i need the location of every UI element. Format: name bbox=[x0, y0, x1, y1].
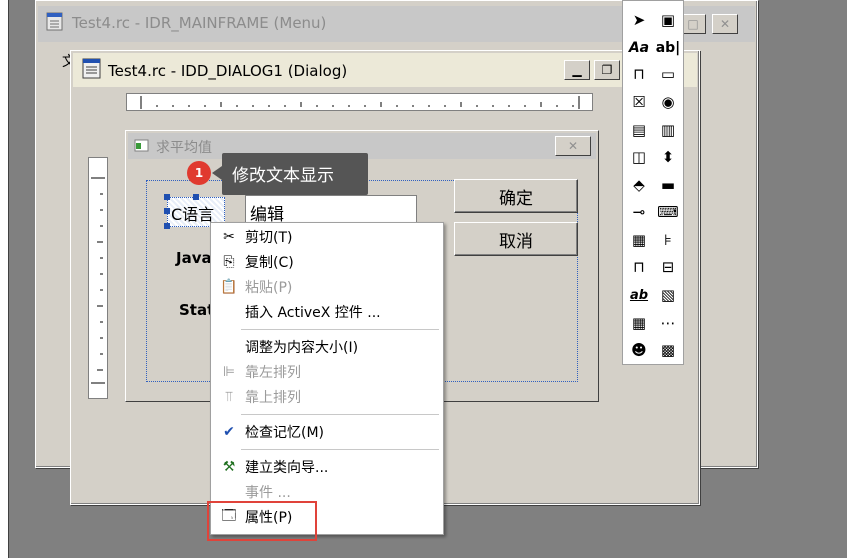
hscroll-tool[interactable]: ◫ bbox=[626, 144, 652, 170]
progress-tool[interactable]: ▬ bbox=[655, 172, 681, 198]
designed-dialog-close-button[interactable]: ✕ bbox=[555, 136, 591, 156]
radio-tool[interactable]: ◉ bbox=[655, 89, 681, 115]
resize-handle[interactable] bbox=[164, 208, 170, 214]
menu-window-title: Test4.rc - IDR_MAINFRAME (Menu) bbox=[72, 14, 327, 32]
properties-highlight-box bbox=[207, 501, 317, 541]
menu-item-paste[interactable]: 📋 粘贴(P) bbox=[211, 275, 443, 299]
tooltip-arrow bbox=[212, 166, 222, 180]
resize-handle[interactable] bbox=[193, 194, 199, 200]
minimize-button[interactable]: ▁ bbox=[564, 60, 590, 80]
annotation-tooltip: 修改文本显示 bbox=[222, 153, 368, 195]
close-icon: ✕ bbox=[567, 139, 579, 153]
horizontal-ruler bbox=[126, 93, 593, 111]
pointer-tool[interactable]: ➤ bbox=[626, 7, 652, 33]
date-time-tool[interactable]: ▧ bbox=[655, 282, 681, 308]
menu-item-check-mnemonics[interactable]: ✔ 检查记忆(M) bbox=[211, 420, 443, 444]
slider-tool[interactable]: ⊸ bbox=[626, 199, 652, 225]
spin-tool[interactable]: ⬘ bbox=[626, 172, 652, 198]
resize-handle[interactable] bbox=[164, 194, 170, 200]
menu-item-cut[interactable]: ✂ 剪切(T) bbox=[211, 225, 443, 249]
hotkey-tool[interactable]: ⌨ bbox=[655, 199, 681, 225]
close-button[interactable]: ✕ bbox=[712, 14, 738, 34]
menu-item-class-wizard[interactable]: ⚒ 建立类向导... bbox=[211, 455, 443, 479]
restore-button[interactable]: ❐ bbox=[594, 60, 620, 80]
ip-address-tool[interactable]: ⋯ bbox=[655, 310, 681, 336]
document-icon bbox=[82, 58, 102, 80]
extended-combo-tool[interactable]: ▩ bbox=[655, 337, 681, 363]
static-c-language[interactable]: C语言 bbox=[171, 201, 214, 225]
document-icon bbox=[46, 12, 64, 32]
menu-item-label: 靠左排列 bbox=[245, 365, 301, 381]
tab-control-tool[interactable]: ⊓ bbox=[626, 254, 652, 280]
align-top-icon: ⫪ bbox=[225, 389, 233, 405]
restore-icon: ❐ bbox=[601, 63, 613, 77]
checkmark-icon: ✔ bbox=[223, 424, 235, 440]
menu-item-label: 调整为内容大小(I) bbox=[245, 340, 359, 356]
controls-toolbox: ➤ ▣ Aa ab| ⊓ ▭ ☒ ◉ ▤ ▥ ◫ ⬍ ⬘ ▬ ⊸ ⌨ ▦ ⊧ ⊓… bbox=[622, 0, 684, 365]
menu-item-label: 剪切(T) bbox=[245, 230, 293, 246]
menu-item-label: 复制(C) bbox=[245, 255, 294, 271]
picture-tool[interactable]: ▣ bbox=[655, 7, 681, 33]
minimize-icon: ▁ bbox=[572, 63, 582, 77]
menu-separator bbox=[241, 449, 439, 450]
menu-item-copy[interactable]: ⎘ 复制(C) bbox=[211, 250, 443, 274]
designed-dialog-title: 求平均值 bbox=[156, 140, 212, 156]
ok-button[interactable]: 确定 bbox=[454, 179, 578, 213]
tree-control-tool[interactable]: ⊧ bbox=[655, 227, 681, 253]
resize-handle[interactable] bbox=[164, 223, 170, 229]
vscroll-tool[interactable]: ⬍ bbox=[655, 144, 681, 170]
static-java[interactable]: Java bbox=[176, 249, 212, 267]
dialog-window-title: Test4.rc - IDD_DIALOG1 (Dialog) bbox=[108, 62, 348, 80]
menu-item-label: 检查记忆(M) bbox=[245, 425, 325, 441]
custom-control-tool[interactable]: ☻ bbox=[626, 337, 652, 363]
menu-item-label: 靠上排列 bbox=[245, 390, 301, 406]
menu-item-align-left[interactable]: ⊫ 靠左排列 bbox=[211, 360, 443, 384]
menu-item-label: 事件 ... bbox=[245, 485, 291, 501]
maximize-icon: □ bbox=[687, 17, 699, 31]
menu-item-insert-activex[interactable]: 插入 ActiveX 控件 ... bbox=[211, 300, 443, 324]
animate-tool[interactable]: ⊟ bbox=[655, 254, 681, 280]
rich-edit-tool[interactable]: ab bbox=[626, 282, 652, 308]
month-calendar-tool[interactable]: ▦ bbox=[626, 310, 652, 336]
menu-item-align-top[interactable]: ⫪ 靠上排列 bbox=[211, 385, 443, 409]
menu-separator bbox=[241, 414, 439, 415]
dialog-icon bbox=[134, 139, 150, 153]
checkbox-tool[interactable]: ☒ bbox=[626, 89, 652, 115]
step-badge: 1 bbox=[187, 161, 211, 185]
context-menu: ✂ 剪切(T) ⎘ 复制(C) 📋 粘贴(P) 插入 ActiveX 控件 ..… bbox=[210, 222, 444, 535]
vertical-ruler bbox=[88, 157, 108, 399]
menu-item-label: 建立类向导... bbox=[245, 460, 329, 476]
paste-icon: 📋 bbox=[220, 279, 238, 295]
static-text-tool[interactable]: Aa bbox=[626, 35, 652, 61]
group-box-tool[interactable]: ⊓ bbox=[626, 61, 652, 87]
menu-separator bbox=[241, 329, 439, 330]
wand-icon: ⚒ bbox=[222, 459, 236, 475]
scissors-icon: ✂ bbox=[223, 229, 235, 245]
close-icon: ✕ bbox=[719, 17, 731, 31]
menu-item-label: 粘贴(P) bbox=[245, 280, 293, 296]
edit-box-tool[interactable]: ab| bbox=[655, 35, 681, 61]
list-box-tool[interactable]: ▥ bbox=[655, 117, 681, 143]
align-left-icon: ⊫ bbox=[222, 364, 236, 380]
cancel-button[interactable]: 取消 bbox=[454, 222, 578, 256]
combo-box-tool[interactable]: ▤ bbox=[626, 117, 652, 143]
menu-item-resize-to-content[interactable]: 调整为内容大小(I) bbox=[211, 335, 443, 359]
menu-item-label: 插入 ActiveX 控件 ... bbox=[245, 305, 381, 321]
button-tool[interactable]: ▭ bbox=[655, 61, 681, 87]
list-control-tool[interactable]: ▦ bbox=[626, 227, 652, 253]
edit-control[interactable]: 编辑 bbox=[245, 195, 417, 225]
copy-icon: ⎘ bbox=[223, 254, 235, 270]
